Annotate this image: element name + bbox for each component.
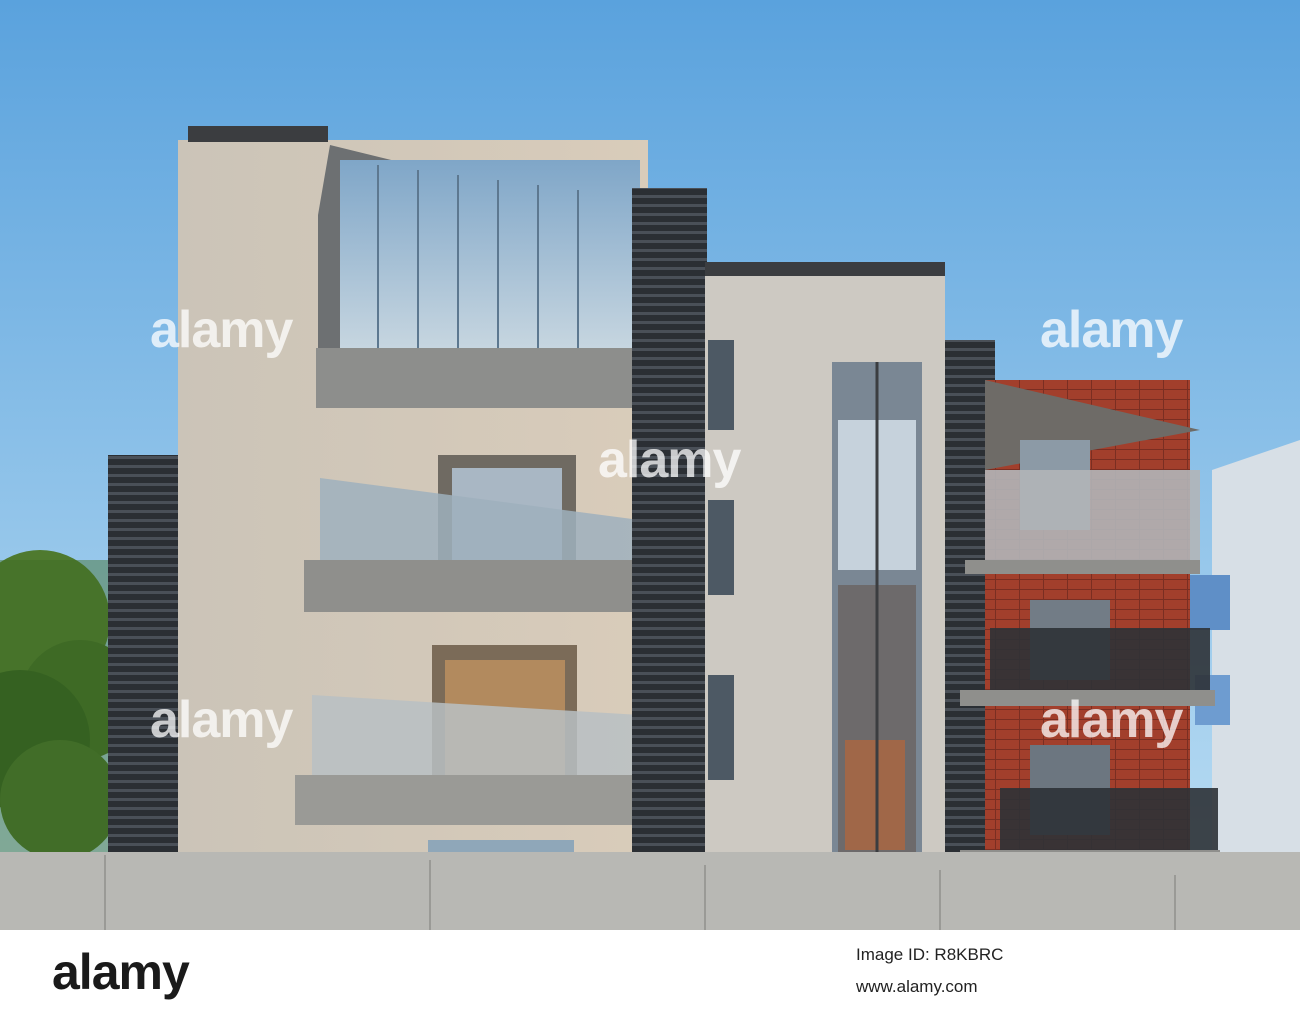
watermark: alamy — [598, 431, 741, 489]
alamy-logo: alamy — [52, 944, 190, 1000]
watermark: alamy — [150, 691, 293, 749]
concrete-wall — [0, 852, 1300, 930]
footer-bar — [0, 930, 1300, 1018]
glazed-balcony — [316, 145, 646, 408]
rear-louver-block — [108, 455, 178, 855]
site-url: www.alamy.com — [856, 977, 978, 996]
watermark: alamy — [1040, 301, 1183, 359]
watermark: alamy — [1040, 691, 1183, 749]
image-id-label: Image ID: R8KBRC — [856, 945, 1004, 964]
louver-column-left — [632, 188, 707, 863]
watermark: alamy — [150, 301, 293, 359]
